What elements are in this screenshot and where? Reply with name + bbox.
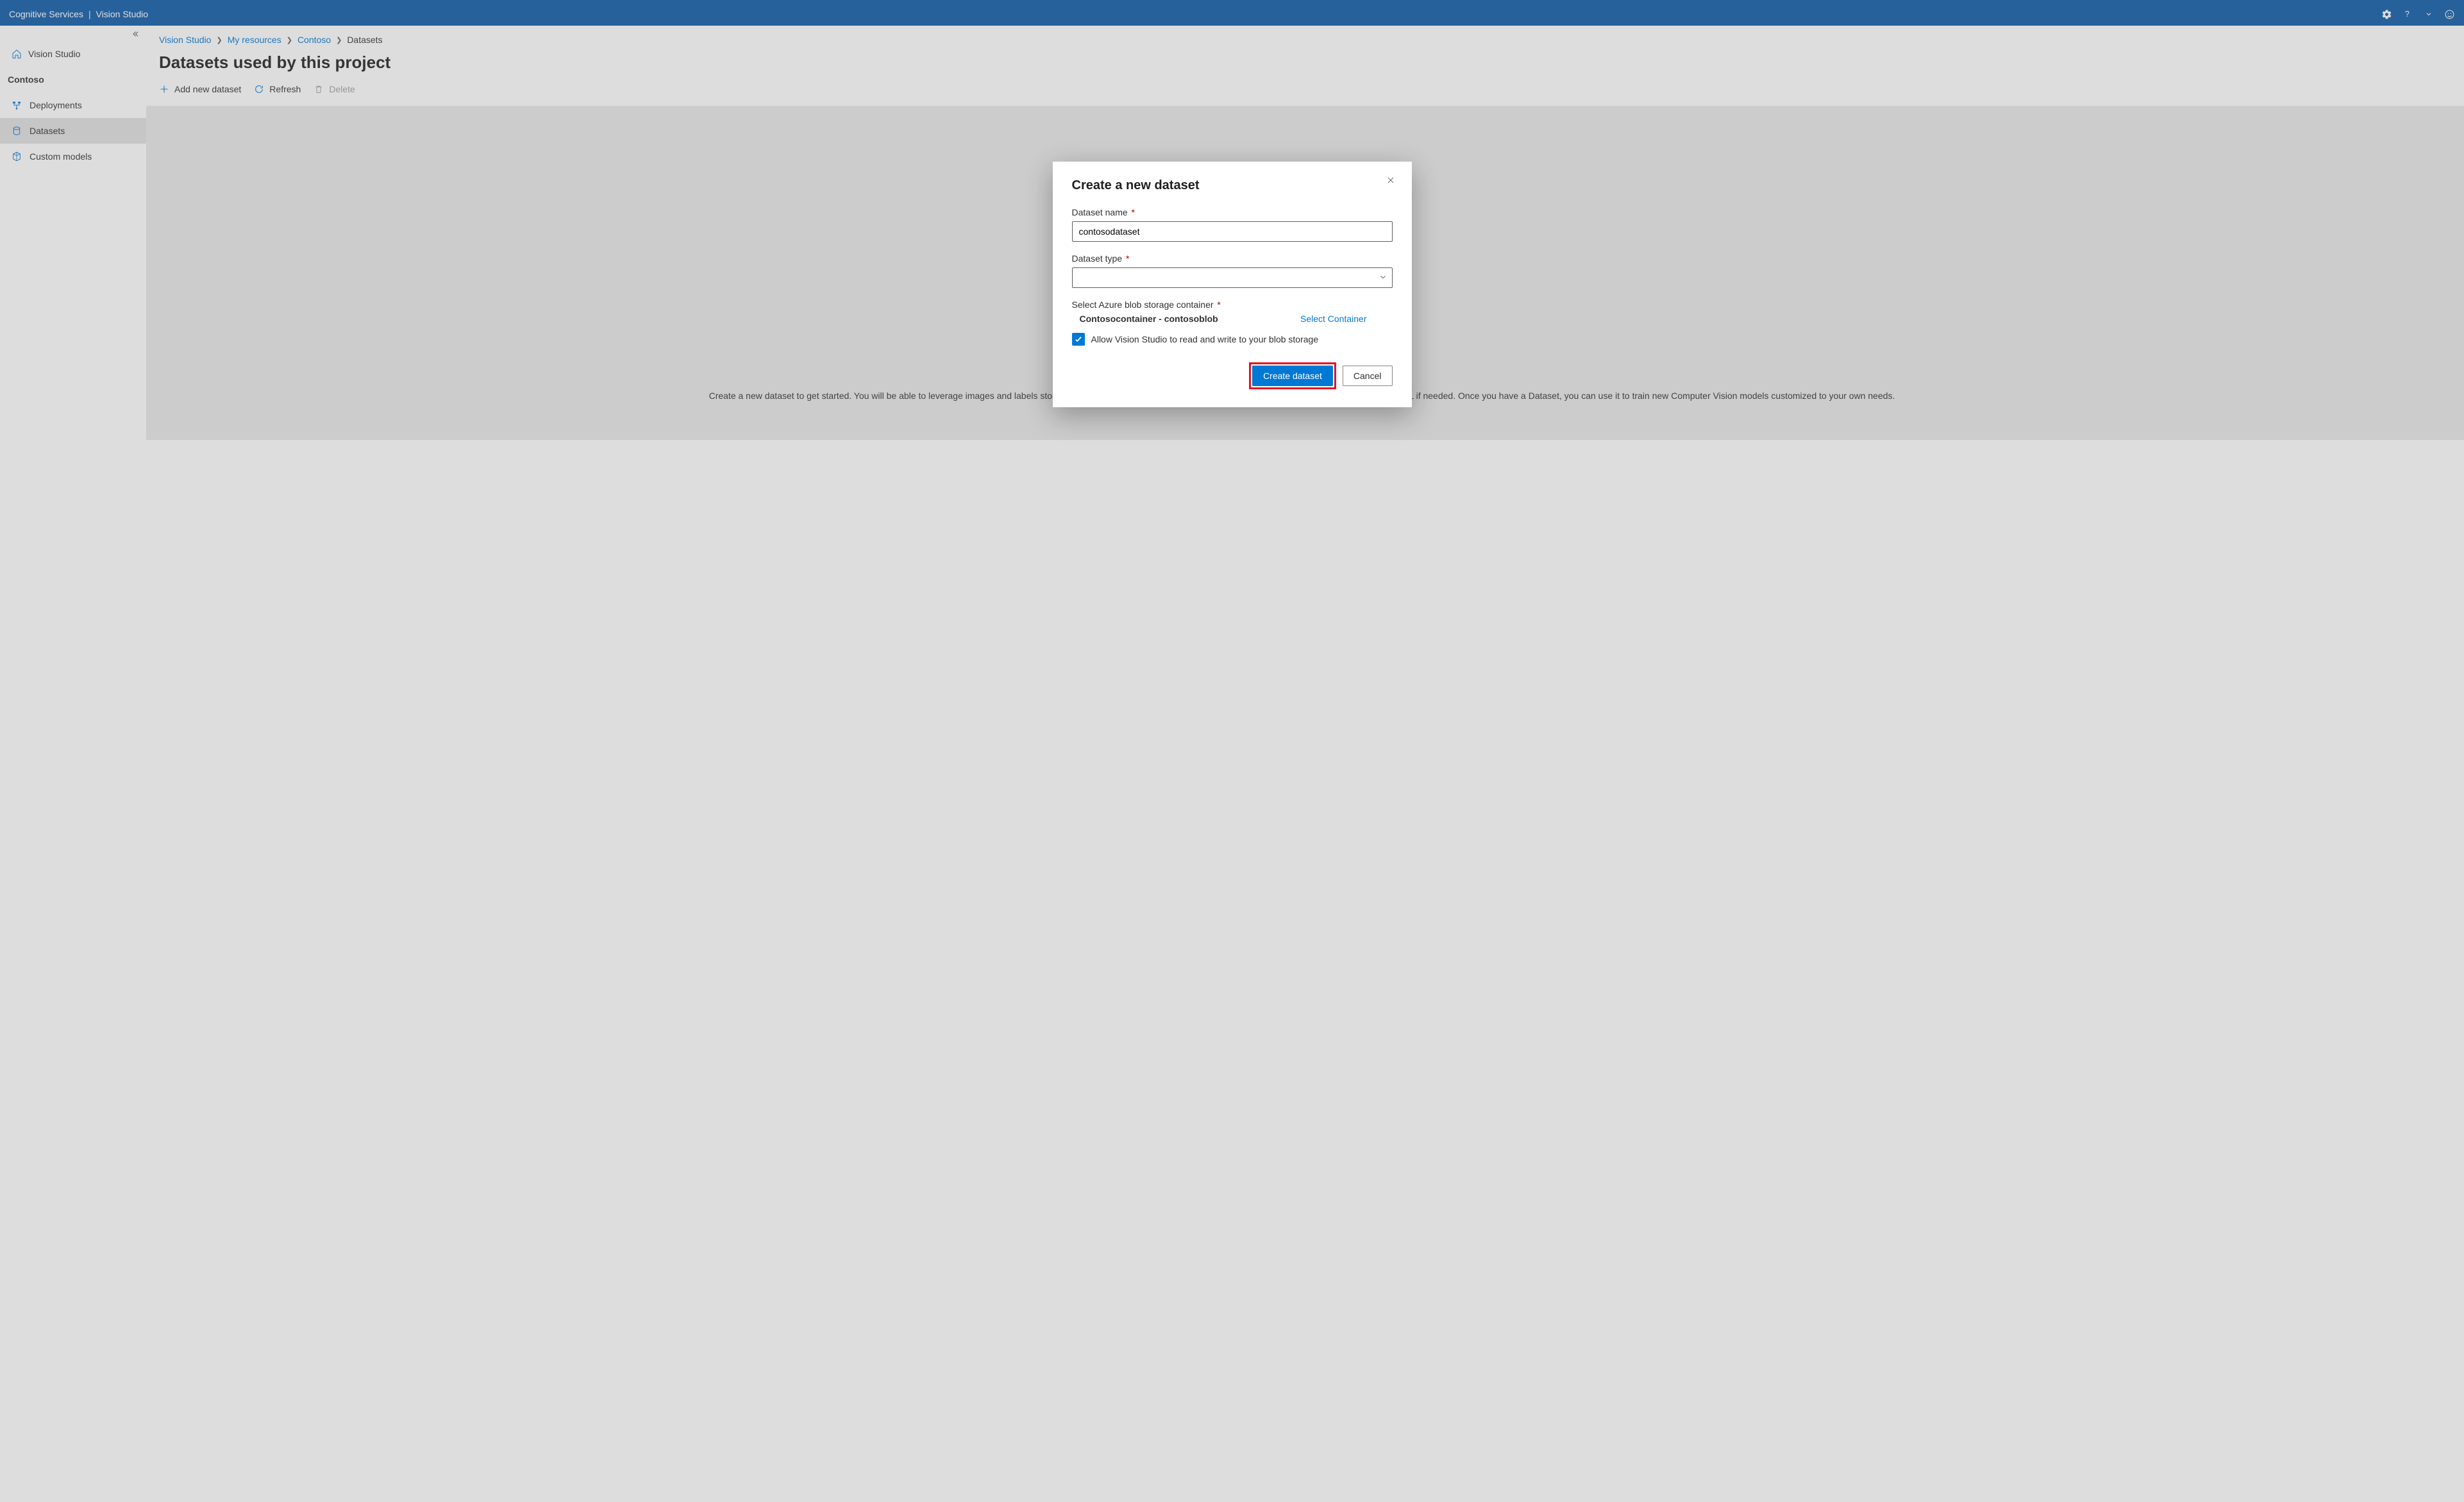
chevron-right-icon: ❯ [287,36,292,44]
field-dataset-name: Dataset name * [1072,207,1393,242]
chevron-right-icon: ❯ [216,36,222,44]
toolbar-label: Add new dataset [174,84,241,94]
toolbar: Add new dataset Refresh Delete [146,79,2464,106]
sidebar-home[interactable]: Vision Studio [0,38,146,68]
models-icon [12,151,22,162]
sidebar-item-label: Deployments [29,100,82,110]
refresh-button[interactable]: Refresh [254,81,301,97]
allow-blob-checkbox-label: Allow Vision Studio to read and write to… [1091,334,1319,344]
field-container: Select Azure blob storage container * Co… [1072,300,1393,324]
feedback-icon[interactable] [2444,9,2455,20]
plus-icon [159,84,169,94]
container-label: Select Azure blob storage container * [1072,300,1393,310]
dialog-title: Create a new dataset [1072,178,1393,193]
page-title: Datasets used by this project [146,49,2464,79]
sidebar-home-label: Vision Studio [28,49,80,59]
header-actions: ? [2381,8,2455,20]
brand: Cognitive Services | Vision Studio [9,9,148,19]
sidebar: Vision Studio Contoso Deployments Datase… [0,26,146,1502]
dataset-name-input[interactable] [1072,221,1393,242]
chevron-right-icon: ❯ [336,36,342,44]
sidebar-collapse[interactable] [0,26,146,38]
dataset-type-dropdown[interactable] [1072,267,1393,288]
settings-icon[interactable] [2381,9,2392,20]
cancel-button[interactable]: Cancel [1343,366,1393,386]
breadcrumb-item[interactable]: Contoso [298,35,331,45]
brand-right: Vision Studio [96,9,148,19]
breadcrumb-item[interactable]: My resources [228,35,281,45]
delete-button: Delete [314,81,355,97]
close-icon[interactable] [1386,176,1398,187]
required-marker: * [1129,207,1135,217]
svg-text:?: ? [2405,10,2410,19]
field-dataset-type: Dataset type * [1072,253,1393,288]
datasets-icon [12,126,22,136]
help-icon[interactable]: ? [2404,8,2413,20]
sidebar-item-datasets[interactable]: Datasets [0,118,146,144]
refresh-icon [254,84,264,94]
breadcrumb-item-current: Datasets [347,35,382,45]
create-dataset-button[interactable]: Create dataset [1252,366,1333,386]
select-container-link[interactable]: Select Container [1300,314,1393,324]
dialog-actions: Create dataset Cancel [1072,362,1393,389]
sidebar-item-custom-models[interactable]: Custom models [0,144,146,169]
toolbar-label: Delete [329,84,355,94]
brand-separator: | [88,9,91,19]
allow-blob-checkbox[interactable] [1072,333,1085,346]
required-marker: * [1215,300,1221,310]
sidebar-item-label: Datasets [29,126,65,136]
create-dataset-dialog: Create a new dataset Dataset name * Data… [1053,162,1412,407]
required-marker: * [1123,253,1129,264]
breadcrumb: Vision Studio ❯ My resources ❯ Contoso ❯… [146,26,2464,49]
tutorial-highlight: Create dataset [1249,362,1336,389]
app-header: Cognitive Services | Vision Studio ? [0,3,2464,26]
add-dataset-button[interactable]: Add new dataset [159,81,241,97]
breadcrumb-item[interactable]: Vision Studio [159,35,211,45]
trash-icon [314,84,324,94]
selected-container-value: Contosocontainer - contosoblob [1072,314,1218,324]
sidebar-item-label: Custom models [29,151,92,162]
dataset-name-label: Dataset name * [1072,207,1393,217]
deployments-icon [12,100,22,110]
dataset-type-label: Dataset type * [1072,253,1393,264]
home-icon [12,49,22,59]
sidebar-item-deployments[interactable]: Deployments [0,92,146,118]
brand-left: Cognitive Services [9,9,83,19]
allow-blob-checkbox-row: Allow Vision Studio to read and write to… [1072,333,1393,346]
toolbar-label: Refresh [269,84,301,94]
chevron-down-icon[interactable] [2425,10,2433,18]
sidebar-project-name: Contoso [0,68,146,92]
